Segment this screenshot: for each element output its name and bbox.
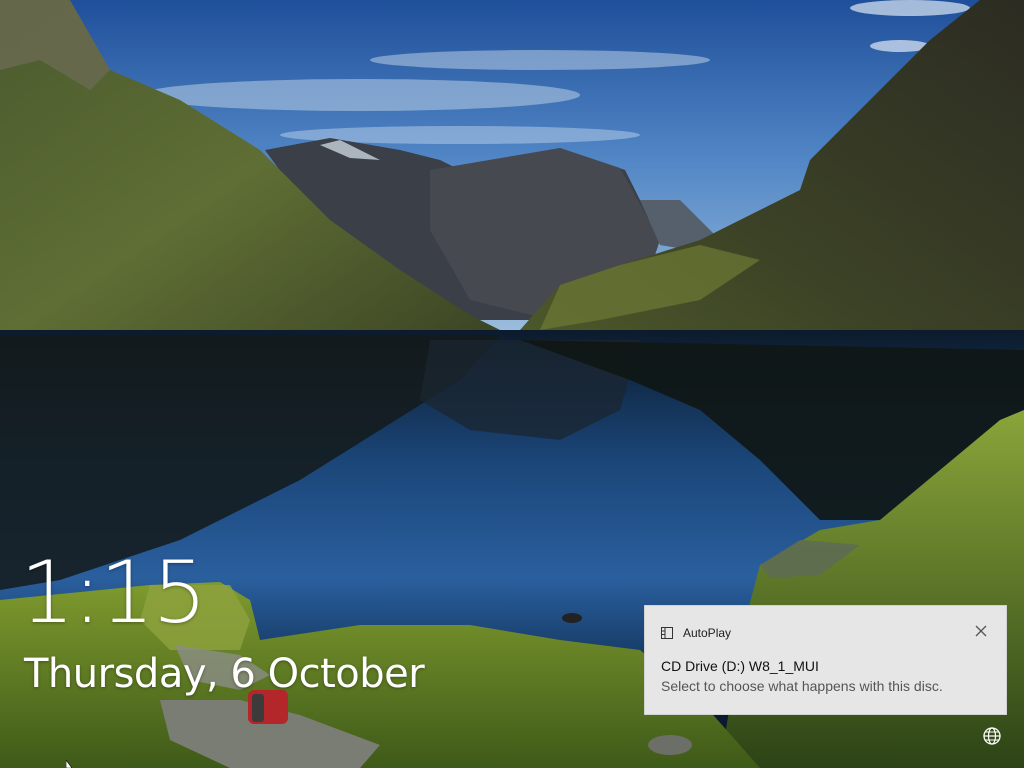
notification-header: AutoPlay [661, 626, 731, 640]
autoplay-notification[interactable]: AutoPlay CD Drive (D:) W8_1_MUI Select t… [644, 605, 1007, 715]
lock-screen[interactable]: 1:15 Thursday, 6 October AutoPlay CD Dri… [0, 0, 1024, 768]
autoplay-icon [661, 627, 673, 639]
notification-title: CD Drive (D:) W8_1_MUI [661, 658, 819, 674]
globe-icon[interactable] [982, 726, 1002, 746]
mouse-cursor-icon [66, 760, 73, 768]
close-icon[interactable] [974, 624, 988, 638]
lock-screen-time: 1:15 [20, 543, 207, 643]
lock-screen-date: Thursday, 6 October [24, 651, 425, 697]
notification-body: Select to choose what happens with this … [661, 678, 943, 694]
notification-app-name: AutoPlay [683, 626, 732, 640]
